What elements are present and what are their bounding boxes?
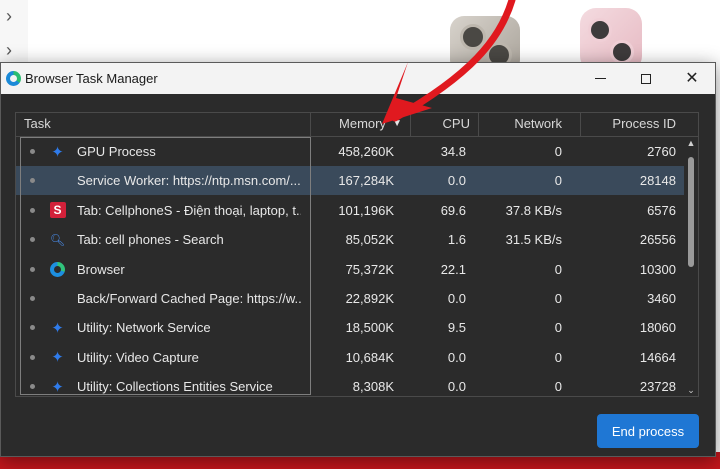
row-status-dot [30, 178, 35, 184]
edge-app-icon [6, 71, 21, 86]
row-status-dot [30, 149, 35, 154]
memory-value: 18,500K [345, 320, 394, 336]
close-icon: ✕ [685, 69, 699, 87]
network-value: 31.5 KB/s [505, 232, 562, 248]
cpu-value: 0.0 [447, 349, 466, 365]
scrollbar-thumb[interactable] [688, 157, 694, 267]
memory-value: 8,308K [352, 379, 394, 395]
process-table: Task Memory ▼ CPU Network Process ID ✦ GP… [15, 112, 699, 397]
memory-value: 458,260K [338, 144, 394, 159]
edge-icon [49, 261, 66, 278]
task-name: Back/Forward Cached Page: https://w... [77, 291, 301, 306]
cpu-value: 22.1 [440, 261, 466, 277]
task-name: Utility: Video Capture [77, 349, 199, 365]
cpu-value: 34.8 [440, 144, 466, 159]
task-name: Utility: Network Service [77, 320, 211, 336]
vertical-scrollbar[interactable]: ▲ ⌄ [684, 137, 698, 396]
table-row[interactable]: ✦ Utility: Network Service 18,500K 9.5 0 1806… [16, 313, 684, 342]
minimize-icon [594, 78, 606, 79]
row-status-dot [30, 207, 35, 213]
memory-value: 10,684K [345, 349, 394, 365]
network-value: 0 [554, 291, 562, 306]
table-row[interactable]: Back/Forward Cached Page: https://w... 22… [16, 284, 684, 313]
memory-value: 22,892K [345, 291, 394, 306]
row-status-dot [30, 266, 35, 272]
chevron-right-icon[interactable]: › [6, 6, 12, 27]
cpu-value: 1.6 [447, 232, 466, 248]
network-value: 0 [554, 349, 562, 365]
process-id-value: 3460 [647, 291, 676, 306]
process-id-value: 28148 [639, 173, 676, 189]
puzzle-icon: ✦ [51, 143, 64, 161]
table-row[interactable]: Browser 75,372K 22.1 0 10300 [16, 255, 684, 284]
column-header-process-id[interactable]: Process ID [580, 113, 684, 136]
column-header-network[interactable]: Network [478, 113, 580, 136]
process-id-value: 6576 [647, 202, 676, 218]
close-button[interactable]: ✕ [669, 63, 715, 94]
maximize-icon [641, 73, 651, 84]
puzzle-icon: ✦ [51, 319, 64, 337]
title-bar[interactable]: Browser Task Manager ✕ [1, 63, 715, 94]
task-name: Tab: cell phones - Search [77, 232, 224, 248]
network-value: 0 [554, 379, 562, 395]
sort-descending-icon: ▼ [392, 118, 402, 129]
blank-icon [49, 172, 66, 189]
table-row[interactable]: ✦ Utility: Collections Entities Service 8,… [16, 372, 684, 396]
scroll-down-icon[interactable]: ⌄ [684, 384, 698, 396]
puzzle-icon: ✦ [51, 378, 64, 396]
memory-value: 75,372K [345, 261, 394, 277]
network-value: 0 [554, 261, 562, 277]
task-name: GPU Process [77, 144, 156, 159]
table-row[interactable]: 🔍︎ Tab: cell phones - Search 85,052K 1.6 31.… [16, 225, 684, 254]
row-status-dot [30, 237, 35, 243]
column-header-memory-label: Memory [339, 116, 386, 131]
row-status-dot [30, 354, 35, 360]
network-value: 0 [554, 144, 562, 159]
search-icon: 🔍︎ [49, 232, 66, 247]
column-header-cpu[interactable]: CPU [410, 113, 478, 136]
task-name: Browser [77, 261, 125, 277]
end-process-button[interactable]: End process [597, 414, 699, 448]
process-id-value: 10300 [639, 261, 676, 277]
process-id-value: 26556 [639, 232, 676, 248]
row-status-dot [30, 296, 35, 301]
column-header-memory[interactable]: Memory ▼ [310, 113, 410, 136]
maximize-button[interactable] [623, 63, 669, 94]
task-manager-window: Browser Task Manager ✕ Task Memory ▼ CPU… [0, 62, 716, 457]
column-header-task[interactable]: Task [16, 113, 310, 136]
process-id-value: 23728 [639, 379, 676, 395]
memory-value: 101,196K [338, 202, 394, 218]
table-header: Task Memory ▼ CPU Network Process ID [16, 113, 698, 137]
cpu-value: 69.6 [440, 202, 466, 218]
table-row[interactable]: S Tab: CellphoneS - Điện thoại, laptop, t… [16, 196, 684, 225]
table-body: ✦ GPU Process 458,260K 34.8 0 2760 Service Wor… [16, 137, 684, 396]
task-name: Utility: Collections Entities Service [77, 379, 273, 395]
table-row[interactable]: ✦ GPU Process 458,260K 34.8 0 2760 [16, 137, 684, 166]
minimize-button[interactable] [577, 63, 623, 94]
task-name: Tab: CellphoneS - Điện thoại, laptop, t.… [77, 202, 301, 218]
table-row[interactable]: ✦ Utility: Video Capture 10,684K 0.0 0 14664 [16, 343, 684, 372]
memory-value: 85,052K [345, 232, 394, 248]
process-id-value: 14664 [639, 349, 676, 365]
process-id-value: 2760 [647, 144, 676, 159]
scroll-up-icon[interactable]: ▲ [684, 137, 698, 149]
memory-value: 167,284K [338, 173, 394, 189]
cpu-value: 9.5 [447, 320, 466, 336]
cpu-value: 0.0 [447, 379, 466, 395]
chevron-right-icon[interactable]: › [6, 40, 12, 61]
window-title: Browser Task Manager [25, 71, 158, 86]
network-value: 0 [554, 320, 562, 336]
table-row[interactable]: Service Worker: https://ntp.msn.com/... 1… [16, 166, 684, 196]
blank-icon [49, 290, 66, 307]
network-value: 0 [554, 173, 562, 189]
cpu-value: 0.0 [447, 173, 466, 189]
cpu-value: 0.0 [447, 291, 466, 306]
puzzle-icon: ✦ [51, 349, 64, 367]
process-id-value: 18060 [639, 320, 676, 336]
network-value: 37.8 KB/s [505, 202, 562, 218]
s-logo-icon: S [49, 202, 66, 219]
task-name: Service Worker: https://ntp.msn.com/... [77, 173, 301, 189]
row-status-dot [30, 384, 35, 390]
row-status-dot [30, 325, 35, 331]
